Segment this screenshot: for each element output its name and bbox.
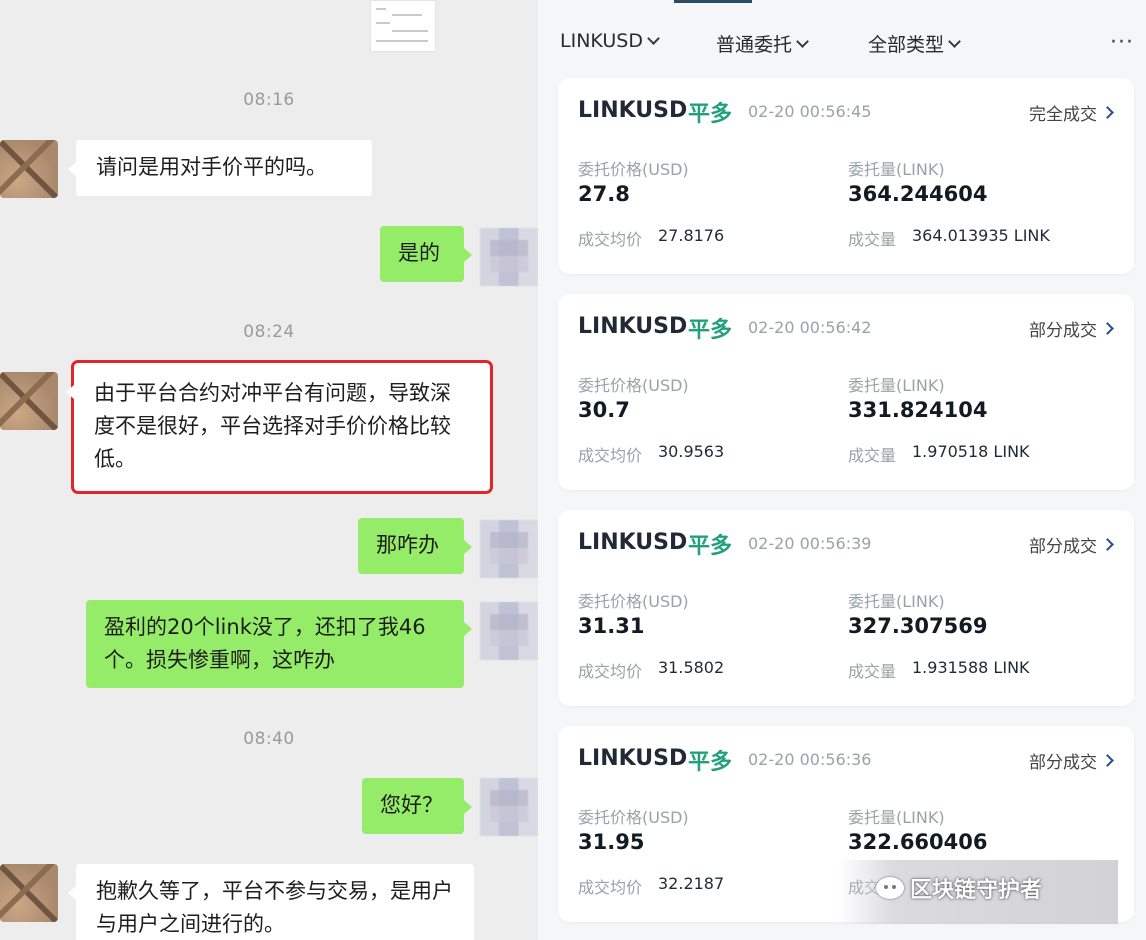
amount-value: 322.660406: [848, 830, 988, 854]
order-status-link[interactable]: 部分成交: [1029, 532, 1114, 557]
filled-value: 1.970518 LINK: [912, 442, 1030, 461]
order-status-link[interactable]: 部分成交: [1029, 748, 1114, 773]
chat-panel: 08:16 请问是用对手价平的吗。 是的 08:24 由于平台合约对冲平台有问题…: [0, 0, 538, 940]
filled-value: 1.931588 LINK: [912, 658, 1030, 677]
amount-label: 委托量(LINK): [848, 808, 945, 827]
message-timestamp: 08:24: [243, 322, 295, 342]
active-tab-indicator: [674, 0, 752, 3]
order-status: 部分成交: [1029, 537, 1097, 557]
chevron-right-icon: [1101, 322, 1114, 335]
order-side: 平多: [688, 318, 733, 343]
price-value: 31.31: [578, 614, 645, 638]
price-label: 委托价格(USD): [578, 808, 689, 827]
order-time: 02-20 00:56:45: [748, 102, 872, 121]
order-status: 部分成交: [1029, 753, 1097, 773]
amount-value: 364.244604: [848, 182, 988, 206]
filled-label: 成交量: [848, 446, 897, 465]
amount-value: 331.824104: [848, 398, 988, 422]
order-status-link[interactable]: 部分成交: [1029, 316, 1114, 341]
price-label: 委托价格(USD): [578, 160, 689, 179]
all-types-dropdown[interactable]: 全部类型: [868, 30, 961, 57]
order-card[interactable]: LINKUSD 平多 02-20 00:56:45 完全成交 委托价格(USD)…: [558, 78, 1134, 274]
order-status: 完全成交: [1029, 105, 1097, 125]
support-avatar[interactable]: [0, 864, 58, 922]
avg-price-value: 27.8176: [658, 226, 725, 245]
order-type-dropdown[interactable]: 普通委托: [716, 30, 809, 57]
support-avatar[interactable]: [0, 372, 58, 430]
order-time: 02-20 00:56:36: [748, 750, 872, 769]
shared-image-thumbnail[interactable]: [370, 0, 436, 52]
order-side: 平多: [688, 534, 733, 559]
all-types-label: 全部类型: [868, 34, 945, 56]
filled-label: 成交量: [848, 230, 897, 249]
message-bubble-outgoing: 那咋办: [358, 518, 472, 574]
avg-price-label: 成交均价: [578, 662, 643, 681]
filled-label: 成交量: [848, 662, 897, 681]
watermark: 区块链守护者: [876, 872, 1042, 904]
message-bubble-outgoing: 盈利的20个link没了，还扣了我46个。损失惨重啊，这咋办: [86, 600, 472, 688]
price-value: 27.8: [578, 182, 630, 206]
user-avatar[interactable]: [480, 778, 538, 836]
order-time: 02-20 00:56:42: [748, 318, 872, 337]
amount-value: 327.307569: [848, 614, 988, 638]
filled-value: 364.013935 LINK: [912, 226, 1050, 245]
avg-price-value: 31.5802: [658, 658, 725, 677]
order-symbol: LINKUSD: [578, 98, 688, 123]
message-timestamp: 08:40: [243, 729, 295, 749]
order-side: 平多: [688, 102, 733, 127]
order-type-label: 普通委托: [716, 34, 793, 56]
order-card[interactable]: LINKUSD 平多 02-20 00:56:39 部分成交 委托价格(USD)…: [558, 510, 1134, 706]
order-status: 部分成交: [1029, 321, 1097, 341]
more-options-button[interactable]: ···: [1110, 30, 1134, 55]
chevron-down-icon: [796, 34, 809, 48]
symbol-filter-dropdown[interactable]: LINKUSD: [560, 30, 660, 52]
price-label: 委托价格(USD): [578, 376, 689, 395]
order-symbol: LINKUSD: [578, 314, 688, 339]
avg-price-value: 32.2187: [658, 874, 725, 893]
chevron-down-icon: [647, 32, 660, 45]
message-bubble-incoming-highlighted: 由于平台合约对冲平台有问题，导致深度不是很好，平台选择对手价价格比较低。: [66, 360, 493, 494]
order-side: 平多: [688, 750, 733, 775]
support-avatar[interactable]: [0, 140, 58, 198]
price-value: 30.7: [578, 398, 630, 422]
watermark-text: 区块链守护者: [910, 878, 1043, 903]
amount-label: 委托量(LINK): [848, 160, 945, 179]
user-avatar[interactable]: [480, 228, 538, 286]
amount-label: 委托量(LINK): [848, 592, 945, 611]
message-timestamp: 08:16: [243, 90, 295, 110]
order-symbol: LINKUSD: [578, 746, 688, 771]
message-bubble-incoming: 请问是用对手价平的吗。: [68, 140, 372, 196]
wechat-icon: [876, 877, 904, 899]
order-card[interactable]: LINKUSD 平多 02-20 00:56:42 部分成交 委托价格(USD)…: [558, 294, 1134, 490]
chevron-right-icon: [1101, 538, 1114, 551]
order-symbol: LINKUSD: [578, 530, 688, 555]
user-avatar[interactable]: [480, 602, 538, 660]
order-status-link[interactable]: 完全成交: [1029, 100, 1114, 125]
amount-label: 委托量(LINK): [848, 376, 945, 395]
chevron-right-icon: [1101, 106, 1114, 119]
avg-price-value: 30.9563: [658, 442, 725, 461]
user-avatar[interactable]: [480, 520, 538, 578]
price-label: 委托价格(USD): [578, 592, 689, 611]
avg-price-label: 成交均价: [578, 230, 643, 249]
price-value: 31.95: [578, 830, 645, 854]
message-bubble-incoming: 抱歉久等了，平台不参与交易，是用户与用户之间进行的。: [68, 864, 474, 940]
message-bubble-outgoing: 是的: [380, 226, 472, 282]
avg-price-label: 成交均价: [578, 446, 643, 465]
chevron-down-icon: [948, 34, 961, 48]
order-time: 02-20 00:56:39: [748, 534, 872, 553]
order-history-panel: LINKUSD 普通委托 全部类型 ··· LINKUSD 平多 02-20 0…: [538, 0, 1146, 940]
avg-price-label: 成交均价: [578, 878, 643, 897]
symbol-filter-label: LINKUSD: [560, 30, 643, 52]
chevron-right-icon: [1101, 754, 1114, 767]
message-bubble-outgoing: 您好？: [362, 778, 472, 834]
